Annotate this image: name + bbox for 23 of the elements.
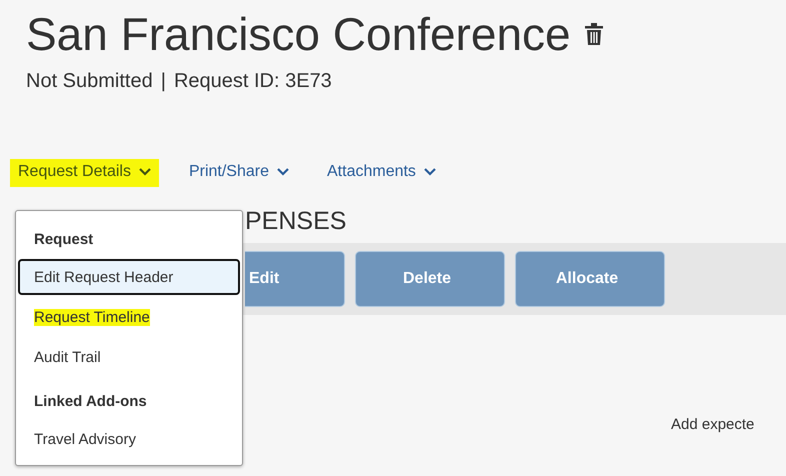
menu-item-label: Request Timeline <box>34 308 150 326</box>
chevron-down-icon <box>424 168 436 176</box>
chevron-down-icon <box>277 168 289 176</box>
section-heading: PENSES <box>245 207 348 237</box>
menu-item-label: Audit Trail <box>34 348 101 366</box>
chevron-down-icon <box>138 168 151 176</box>
nav-menu-link[interactable]: Attachments <box>319 159 444 187</box>
menu-item[interactable]: Request Timeline <box>18 299 240 335</box>
nav-menu-link[interactable]: Request Details <box>10 159 159 187</box>
empty-hint: Add expecte <box>671 416 754 433</box>
menu-item[interactable]: Travel Advisory <box>18 421 240 457</box>
menu-item-label: Edit Request Header <box>34 268 174 286</box>
menu-item-label: Travel Advisory <box>34 430 136 448</box>
menu-group-header: Linked Add-ons <box>33 392 148 412</box>
menu-group-header: Request <box>33 230 94 250</box>
page-title: San Francisco Conference <box>26 7 571 61</box>
nav-menu-link[interactable]: Print/Share <box>180 159 297 187</box>
request-id: Request ID: 3E73 <box>174 70 332 93</box>
menu-item[interactable]: Edit Request Header <box>18 259 240 295</box>
menu-item[interactable]: Audit Trail <box>18 339 240 375</box>
trash-icon[interactable] <box>584 23 603 45</box>
separator: | <box>160 70 166 93</box>
status-text: Not Submitted <box>26 70 153 93</box>
